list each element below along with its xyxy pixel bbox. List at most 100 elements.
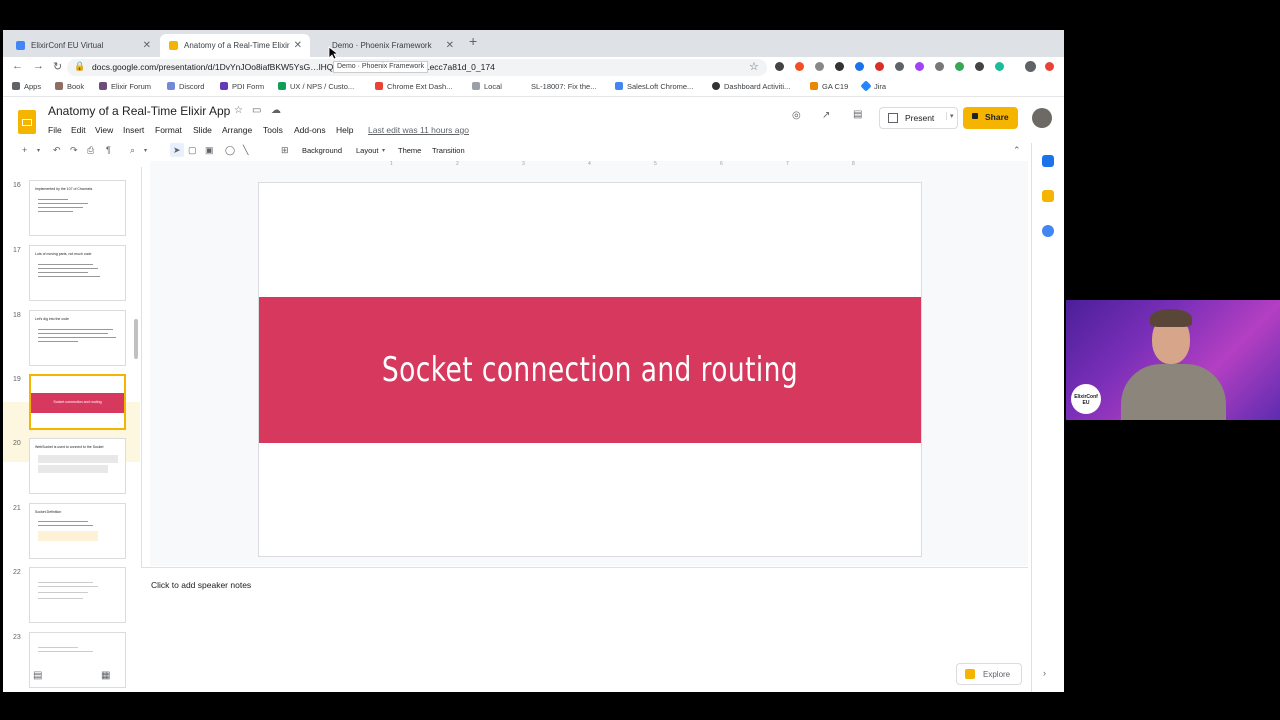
share-button[interactable]: Share <box>963 107 1018 129</box>
paint-format-icon[interactable]: ¶ <box>106 145 111 155</box>
text-box-icon[interactable]: ▢ <box>188 145 197 156</box>
menu-view[interactable]: View <box>95 125 113 135</box>
undo-icon[interactable]: ↶ <box>53 145 61 156</box>
filmstrip-view-icon[interactable]: ▤ <box>33 670 42 681</box>
extension-icon[interactable] <box>915 62 924 71</box>
image-icon[interactable]: ▣ <box>205 145 214 156</box>
new-slide-dropdown-icon[interactable]: ▾ <box>37 147 40 154</box>
slide-title[interactable]: Socket connection and routing <box>332 297 848 443</box>
slide-thumbnail-17[interactable]: Lots of moving parts, not much code <box>29 245 126 301</box>
close-tab-icon[interactable]: ✕ <box>294 34 302 57</box>
speaker-notes[interactable]: Click to add speaker notes <box>141 567 1028 692</box>
extension-icon[interactable] <box>975 62 984 71</box>
shape-icon[interactable]: ◯ <box>225 145 235 156</box>
reload-icon[interactable]: ↻ <box>53 60 62 73</box>
collapse-toolbar-icon[interactable]: ⌃ <box>1013 145 1021 156</box>
grid-view-icon[interactable]: ▦ <box>101 670 110 681</box>
back-icon[interactable]: ← <box>12 60 23 72</box>
current-slide[interactable]: Socket connection and routing <box>259 183 921 556</box>
print-icon[interactable]: ⎙ <box>87 145 94 156</box>
extension-icon[interactable] <box>895 62 904 71</box>
bookmark-ga-c19[interactable]: GA C19 <box>810 82 848 91</box>
slide-thumbnail-19[interactable]: Socket connection and routing <box>29 374 126 430</box>
present-button[interactable]: Present ▾ <box>879 107 958 129</box>
bookmark-star-icon[interactable]: ☆ <box>749 60 759 73</box>
extension-icon[interactable] <box>875 62 884 71</box>
star-icon[interactable]: ☆ <box>234 105 243 116</box>
menu-slide[interactable]: Slide <box>193 125 212 135</box>
slide-thumbnail-22[interactable] <box>29 567 126 623</box>
extension-icon[interactable] <box>815 62 824 71</box>
bookmark-chrome-ext-dash[interactable]: Chrome Ext Dash... <box>375 82 452 91</box>
bookmark-local[interactable]: Local <box>472 82 502 91</box>
move-folder-icon[interactable]: ▭ <box>252 105 261 116</box>
extension-icon[interactable] <box>995 62 1004 71</box>
select-cursor-icon[interactable]: ➤ <box>173 145 181 156</box>
bookmark-apps[interactable]: Apps <box>12 82 41 91</box>
extension-icon[interactable] <box>775 62 784 71</box>
webcam-overlay: ElixirConf EU <box>1066 300 1280 420</box>
explore-button[interactable]: Explore <box>956 663 1022 685</box>
browser-window: ElixirConf EU Virtual ✕ Anatomy of a Rea… <box>3 30 1064 692</box>
extension-icon[interactable] <box>1045 62 1054 71</box>
profile-avatar-icon[interactable] <box>1025 61 1036 72</box>
background-button[interactable]: Background <box>302 146 342 155</box>
forward-icon[interactable]: → <box>33 60 44 72</box>
calendar-icon[interactable] <box>1042 155 1054 167</box>
redo-icon[interactable]: ↷ <box>70 145 78 156</box>
extension-icon[interactable] <box>855 62 864 71</box>
menu-tools[interactable]: Tools <box>263 125 283 135</box>
tab-elixirconf[interactable]: ElixirConf EU Virtual ✕ <box>7 34 159 57</box>
menu-file[interactable]: File <box>48 125 62 135</box>
theme-button[interactable]: Theme <box>398 146 421 155</box>
bookmark-discord[interactable]: Discord <box>167 82 204 91</box>
slide-thumbnail-23[interactable] <box>29 632 126 688</box>
extension-icon[interactable] <box>935 62 944 71</box>
present-dropdown-icon[interactable]: ▾ <box>946 112 954 120</box>
extension-icon[interactable] <box>795 62 804 71</box>
filmstrip-scrollbar[interactable] <box>134 319 138 359</box>
bookmark-pdi-form[interactable]: PDI Form <box>220 82 264 91</box>
bookmark-dashboard[interactable]: Dashboard Activiti... <box>712 82 790 91</box>
new-slide-icon[interactable]: + <box>22 145 27 155</box>
tasks-icon[interactable] <box>1042 225 1054 237</box>
meet-icon[interactable]: ◎ <box>792 110 801 121</box>
slide-thumbnail-18[interactable]: Let's dig into the code <box>29 310 126 366</box>
bookmark-salesloft[interactable]: SalesLoft Chrome... <box>615 82 693 91</box>
activity-trend-icon[interactable]: ↗ <box>822 110 830 121</box>
new-tab-icon[interactable]: + <box>469 33 477 49</box>
menu-format[interactable]: Format <box>155 125 182 135</box>
layout-button[interactable]: Layout <box>356 146 379 155</box>
menu-help[interactable]: Help <box>336 125 353 135</box>
close-tab-icon[interactable]: ✕ <box>446 34 454 57</box>
slide-thumbnail-21[interactable]: Socket Definition <box>29 503 126 559</box>
menu-insert[interactable]: Insert <box>123 125 144 135</box>
bookmark-ux-nps[interactable]: UX / NPS / Custo... <box>278 82 354 91</box>
zoom-icon[interactable]: ⌕ <box>130 145 135 156</box>
expand-side-panel-icon[interactable]: › <box>1043 668 1046 678</box>
tab-anatomy-slides[interactable]: Anatomy of a Real-Time Elixir ✕ <box>160 34 310 57</box>
last-edit-link[interactable]: Last edit was 11 hours ago <box>368 125 469 135</box>
extension-icon[interactable] <box>955 62 964 71</box>
account-avatar[interactable] <box>1032 108 1052 128</box>
extension-icon[interactable] <box>835 62 844 71</box>
comments-icon[interactable]: ▤ <box>853 109 862 120</box>
close-tab-icon[interactable]: ✕ <box>143 34 151 57</box>
keep-icon[interactable] <box>1042 190 1054 202</box>
comment-add-icon[interactable]: ⊞ <box>281 145 289 156</box>
slides-logo-icon[interactable] <box>18 110 36 134</box>
document-title[interactable]: Anatomy of a Real-Time Elixir App <box>48 104 230 118</box>
transition-button[interactable]: Transition <box>432 146 465 155</box>
line-icon[interactable]: ╲ <box>243 145 248 156</box>
bookmark-jira[interactable]: Jira <box>860 80 886 92</box>
menu-addons[interactable]: Add-ons <box>294 125 326 135</box>
bookmark-elixir-forum[interactable]: Elixir Forum <box>99 82 151 91</box>
slide-thumbnail-16[interactable]: Implemented by the 107 of Channels <box>29 180 126 236</box>
menu-arrange[interactable]: Arrange <box>222 125 252 135</box>
zoom-dropdown-icon[interactable]: ▾ <box>144 147 147 154</box>
menu-edit[interactable]: Edit <box>71 125 86 135</box>
bookmark-book[interactable]: Book <box>55 82 84 91</box>
slide-thumbnail-20[interactable]: WebSocket is used to connect to the Sock… <box>29 438 126 494</box>
layout-dropdown-icon[interactable]: ▾ <box>382 147 385 154</box>
bookmark-sl-18007[interactable]: SL-18007: Fix the... <box>519 82 596 91</box>
